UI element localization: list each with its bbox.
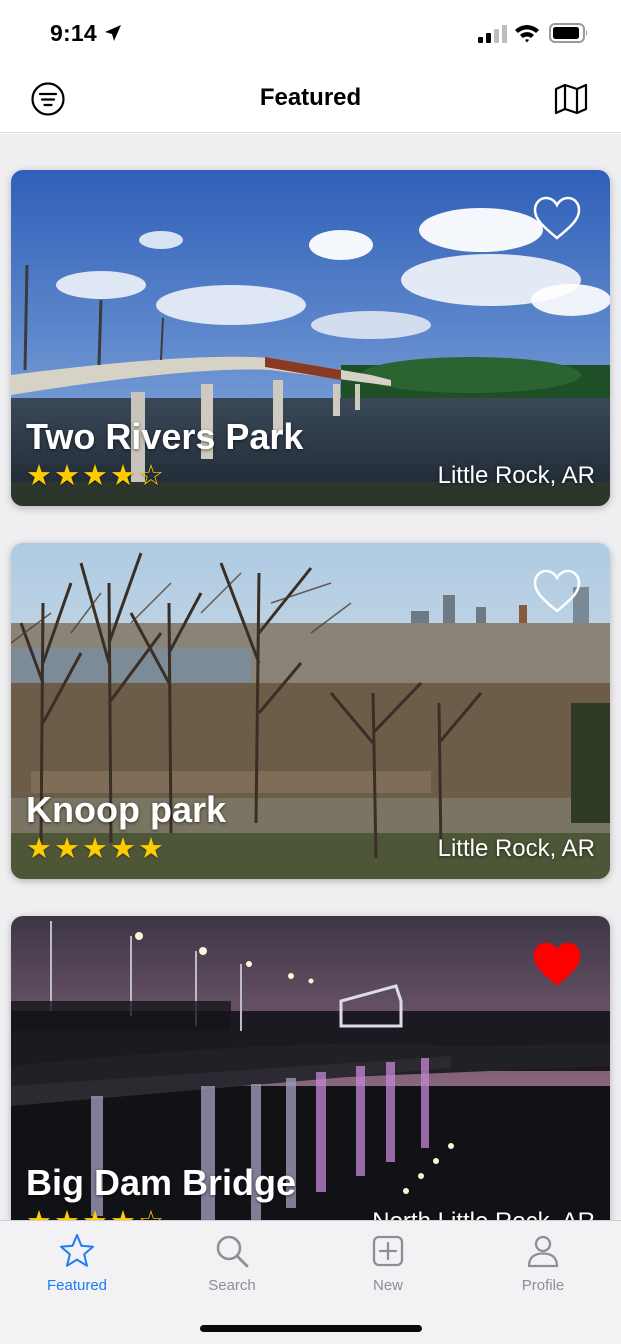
status-time: 9:14 <box>50 20 97 46</box>
tab-label: Featured <box>46 1277 108 1294</box>
park-name: Knoop park <box>26 789 227 830</box>
park-location: Little Rock, AR <box>437 462 595 489</box>
tab-new[interactable]: New <box>318 1233 458 1303</box>
magnifier-icon <box>216 1235 249 1268</box>
rating-stars: ★★★★★ <box>26 833 166 865</box>
home-indicator[interactable] <box>200 1325 422 1332</box>
rating-stars: ★★★★☆ <box>26 460 166 492</box>
star-icon <box>60 1234 94 1267</box>
navigation-bar: Featured <box>0 66 621 133</box>
tab-label: Search <box>208 1277 256 1294</box>
wifi-icon <box>515 25 539 43</box>
tab-profile[interactable]: Profile <box>473 1233 613 1303</box>
cellular-signal-icon <box>478 25 507 43</box>
tab-featured[interactable]: Featured <box>7 1233 147 1303</box>
battery-icon <box>549 23 588 43</box>
tab-label: Profile <box>521 1277 565 1294</box>
tab-search[interactable]: Search <box>162 1233 302 1303</box>
plus-square-icon <box>372 1235 404 1267</box>
tab-label: New <box>372 1277 403 1294</box>
featured-feed[interactable]: Two Rivers Park ★★★★☆ Little Rock, AR Kn… <box>0 134 621 1220</box>
map-icon[interactable] <box>553 81 589 117</box>
heart-icon[interactable] <box>532 941 582 987</box>
park-location: Little Rock, AR <box>437 835 595 862</box>
park-name: Two Rivers Park <box>26 416 304 457</box>
heart-icon[interactable] <box>532 195 582 241</box>
location-arrow-icon <box>105 25 121 41</box>
person-icon <box>527 1235 559 1268</box>
park-card[interactable]: Two Rivers Park ★★★★☆ Little Rock, AR <box>11 170 610 506</box>
heart-icon[interactable] <box>532 568 582 614</box>
park-name: Big Dam Bridge <box>26 1162 297 1203</box>
rating-stars: ★★★★☆ <box>26 1204 166 1220</box>
park-card[interactable]: Knoop park ★★★★★ Little Rock, AR <box>11 543 610 879</box>
park-card[interactable]: Big Dam Bridge ★★★★☆ North Little Rock, … <box>11 916 610 1220</box>
park-location: North Little Rock, AR <box>372 1208 595 1220</box>
page-title: Featured <box>259 84 362 111</box>
status-bar: 9:14 <box>0 0 621 66</box>
